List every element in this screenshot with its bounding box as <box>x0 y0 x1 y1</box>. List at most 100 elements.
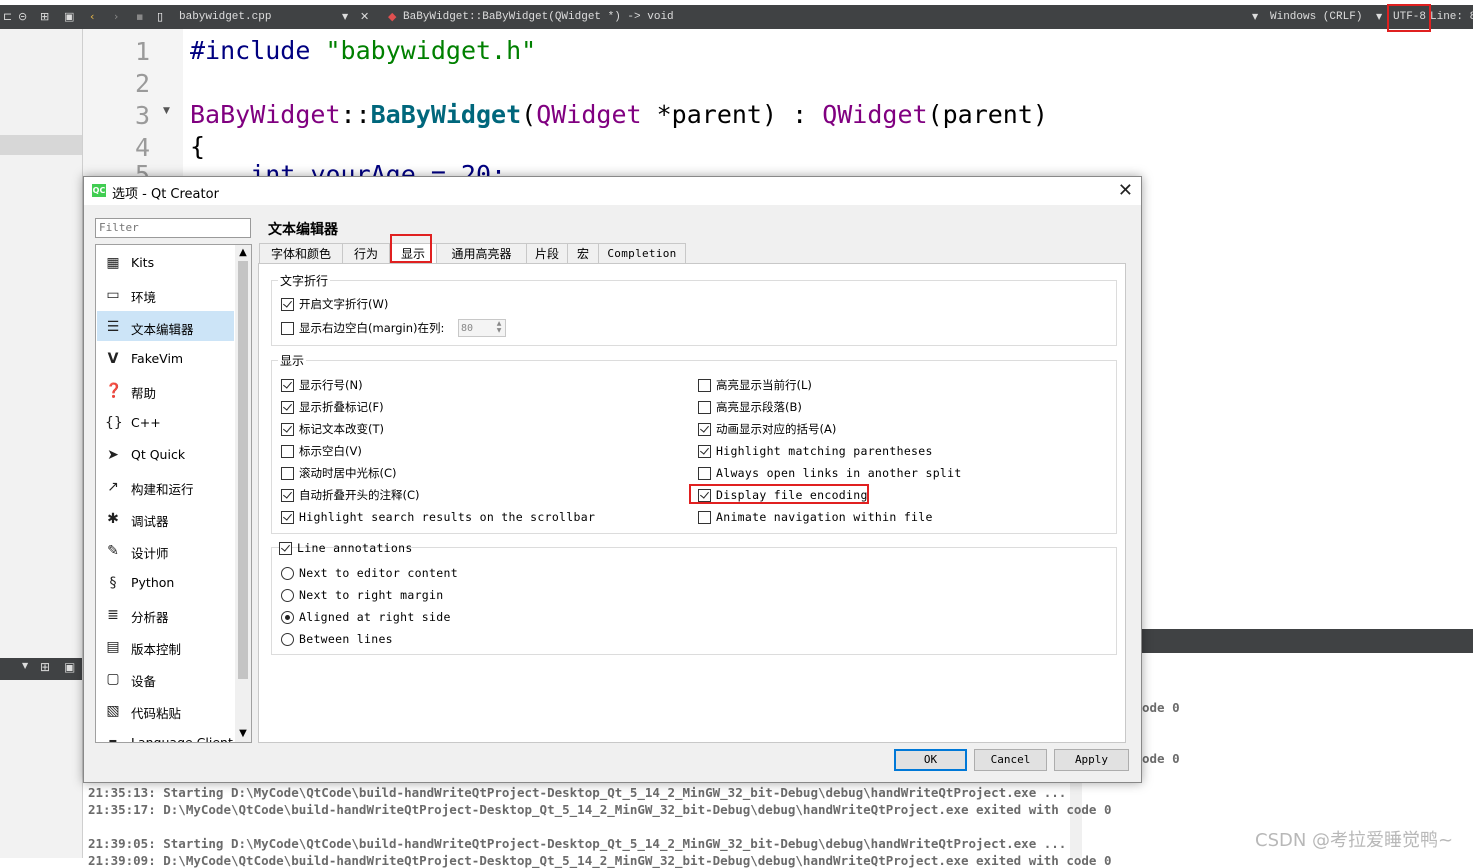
category-qt-quick[interactable]: ➤ Qt Quick <box>97 439 234 469</box>
file-name[interactable]: babywidget.cpp <box>179 5 271 29</box>
code-line-1[interactable]: #include "babywidget.h" <box>190 36 536 65</box>
checkbox-box[interactable] <box>698 423 711 436</box>
checkbox-box[interactable] <box>698 467 711 480</box>
dialog-title: 选项 - Qt Creator <box>112 187 219 202</box>
dialog-title-bar[interactable]: QC 选项 - Qt Creator ✕ <box>84 177 1141 205</box>
function-crumb[interactable]: BaByWidget::BaByWidget(QWidget *) -> voi… <box>403 5 674 29</box>
tab-behavior[interactable]: 行为 <box>342 243 390 264</box>
close-icon[interactable]: ✕ <box>1118 180 1133 201</box>
checkbox-box[interactable] <box>698 379 711 392</box>
category-designer[interactable]: ✎ 设计师 <box>97 535 234 565</box>
encoding-chevron-down-icon[interactable]: ▼ <box>1376 5 1382 29</box>
checkbox-box[interactable] <box>281 322 294 335</box>
forward-icon[interactable]: › <box>114 5 118 29</box>
category-help[interactable]: ❓ 帮助 <box>97 375 234 405</box>
code-line-4[interactable]: { <box>190 132 205 161</box>
checkbox-box[interactable] <box>698 401 711 414</box>
output-line: 21:35:17: D:\MyCode\QtCode\build-handWri… <box>88 802 1112 817</box>
filter-field[interactable] <box>95 218 251 238</box>
link-icon[interactable]: ⊝ <box>18 5 27 29</box>
fold-chevron-down-icon[interactable]: ▼ <box>163 106 170 116</box>
back-icon[interactable]: ‹ <box>90 5 94 29</box>
checkbox-box[interactable] <box>281 489 294 502</box>
margin-column-input[interactable] <box>459 321 491 336</box>
tab-snippets[interactable]: 片段 <box>526 243 568 264</box>
checkbox-box[interactable] <box>698 445 711 458</box>
category-language-client[interactable]: ▪ Language Client <box>97 727 234 742</box>
tab-completion[interactable]: Completion <box>598 243 686 264</box>
checkbox-box[interactable] <box>281 379 294 392</box>
checkbox-box[interactable] <box>281 423 294 436</box>
line-annotations-checkbox[interactable]: Line annotations <box>279 540 412 558</box>
ok-button[interactable]: OK <box>894 749 967 771</box>
checkbox-label: 标记文本改变(T) <box>299 422 384 436</box>
output-pane-bar <box>1140 629 1473 653</box>
line-number: 1 <box>134 37 150 66</box>
category-label: 调试器 <box>131 514 169 529</box>
apply-button[interactable]: Apply <box>1054 749 1129 771</box>
chevron-down-icon[interactable]: ▼ <box>22 661 28 670</box>
split-icon[interactable]: ⊏ <box>3 5 12 29</box>
category-text-editor[interactable]: ☰ 文本编辑器 <box>97 311 234 341</box>
tab-generic-highlighter[interactable]: 通用高亮器 <box>436 243 527 264</box>
tab-macros[interactable]: 宏 <box>567 243 599 264</box>
scrollbar-thumb[interactable] <box>238 261 248 679</box>
category-cpp[interactable]: {} C++ <box>97 407 234 437</box>
category-analyzer[interactable]: ≣ 分析器 <box>97 599 234 629</box>
margin-column-spinbox[interactable]: ▲▼ <box>458 319 506 337</box>
add-split-icon[interactable]: ⊞ <box>40 5 49 29</box>
category-debugger[interactable]: ✱ 调试器 <box>97 503 234 533</box>
checkbox-box[interactable] <box>281 401 294 414</box>
cancel-button[interactable]: Cancel <box>974 749 1047 771</box>
code-token: ( <box>521 100 537 129</box>
analyzer-icon: ≣ <box>107 607 119 623</box>
code-line-3[interactable]: BaByWidget::BaByWidget(QWidget *parent) … <box>190 100 1048 129</box>
kits-icon: ▦ <box>106 255 120 271</box>
radio-dot[interactable] <box>281 589 294 602</box>
code-token: (parent) <box>927 100 1048 129</box>
checkbox-label: Highlight search results on the scrollba… <box>299 510 596 524</box>
left-sidebar <box>0 29 83 858</box>
line-number: 4 <box>134 133 150 162</box>
filter-input[interactable] <box>96 219 250 235</box>
radio-dot[interactable] <box>281 633 294 646</box>
category-version-control[interactable]: ▤ 版本控制 <box>97 631 234 661</box>
category-devices[interactable]: ▢ 设备 <box>97 663 234 693</box>
checkbox-box[interactable] <box>281 467 294 480</box>
file-dropdown-chevron-down-icon[interactable]: ▼ <box>342 5 348 29</box>
radio-dot[interactable] <box>281 611 294 624</box>
checkbox-box[interactable] <box>279 542 292 555</box>
line-ending-chevron-down-icon[interactable]: ▼ <box>1252 5 1258 29</box>
category-label: 设计师 <box>131 546 169 561</box>
display-tab-highlight-box <box>390 234 432 263</box>
tab-fonts-colors[interactable]: 字体和颜色 <box>259 243 343 264</box>
category-build-run[interactable]: ↗ 构建和运行 <box>97 471 234 501</box>
category-code-paste[interactable]: ▧ 代码粘贴 <box>97 695 234 725</box>
scroll-up-icon[interactable]: ▲ <box>235 245 251 261</box>
category-scrollbar[interactable]: ▲ ▼ <box>235 245 251 742</box>
category-label: 帮助 <box>131 386 157 401</box>
line-ending[interactable]: Windows (CRLF) <box>1270 5 1362 29</box>
line-indicator[interactable]: Line: 8 <box>1430 5 1473 29</box>
checkbox-box[interactable] <box>281 445 294 458</box>
bug-icon: ✱ <box>107 511 119 527</box>
checkbox-label: Animate navigation within file <box>716 510 933 524</box>
scroll-down-icon[interactable]: ▼ <box>235 726 251 742</box>
close-file-icon[interactable]: ✕ <box>360 5 369 29</box>
checkbox-box[interactable] <box>281 511 294 524</box>
close-split-icon[interactable]: ▣ <box>64 5 74 29</box>
radio-label: Next to right margin <box>299 588 444 602</box>
category-label: 分析器 <box>131 610 169 625</box>
sidebar-selected-row[interactable] <box>0 135 82 155</box>
add-split-icon[interactable]: ⊞ <box>40 660 50 674</box>
checkbox-box[interactable] <box>281 298 294 311</box>
checkbox-box[interactable] <box>698 511 711 524</box>
radio-dot[interactable] <box>281 567 294 580</box>
category-fakevim[interactable]: V FakeVim <box>97 343 234 373</box>
category-kits[interactable]: ▦ Kits <box>97 247 234 277</box>
close-split-icon[interactable]: ▣ <box>64 660 75 674</box>
category-python[interactable]: § Python <box>97 567 234 597</box>
bottom-toolbar: ▼ ⊞ ▣ <box>0 658 82 680</box>
category-environment[interactable]: ▭ 环境 <box>97 279 234 309</box>
spin-arrows-icon[interactable]: ▲ ▼ <box>494 320 504 334</box>
